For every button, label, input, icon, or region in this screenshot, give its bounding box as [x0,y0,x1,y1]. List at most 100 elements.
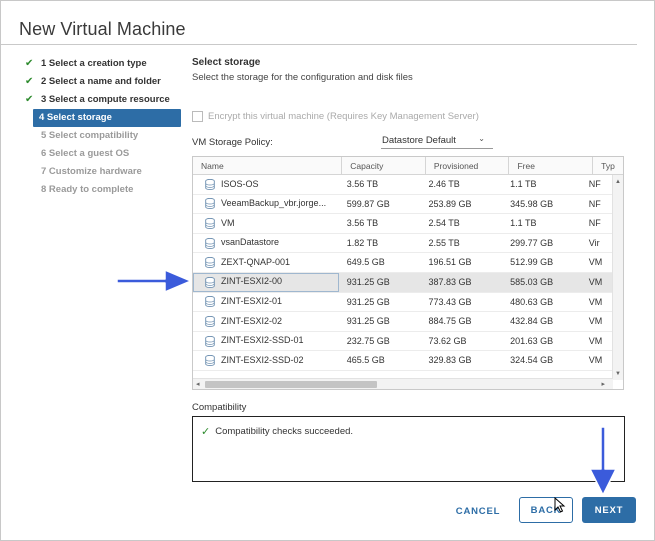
datastore-name: ZEXT-QNAP-001 [221,256,291,267]
cell-capacity: 649.5 GB [346,257,385,268]
datastore-icon [205,237,215,249]
cell-capacity: 3.56 TB [346,179,379,189]
datastore-icon [205,217,215,229]
cell-name: VeeamBackup_vbr.jorge... [193,195,339,214]
storage-policy-value: Datastore Default [382,135,456,146]
wizard-step-label: 1 Select a creation type [41,58,147,69]
encrypt-checkbox[interactable] [192,111,203,122]
cell-type: VM [588,335,603,346]
annotation-arrow-right-icon [116,269,192,293]
table-header: Name Capacity Provisioned Free Typ [193,157,623,175]
column-header-type[interactable]: Typ [593,157,623,175]
cell-capacity: 3.56 TB [346,218,379,229]
compatibility-label: Compatibility [192,402,247,413]
wizard-step-label: 3 Select a compute resource [41,94,170,105]
cell-provisioned: 773.43 GB [428,296,472,307]
checkmark-icon: ✓ [201,426,211,438]
wizard-step-3[interactable]: ✔ 3 Select a compute resource [23,91,181,109]
cell-provisioned: 329.83 GB [428,355,472,366]
cell-capacity: 599.87 GB [346,198,390,209]
table-row[interactable]: ZINT-ESXI2-SSD-02 465.5 GB 329.83 GB 324.54… [193,351,613,371]
cell-capacity: 931.25 GB [346,276,390,287]
annotation-arrow-down-icon [589,426,617,496]
cell-free: 299.77 GB [510,237,554,248]
cell-capacity: 931.25 GB [346,296,390,307]
wizard-step-label: 6 Select a guest OS [41,148,130,159]
scroll-up-icon[interactable]: ▲ [615,179,621,185]
mouse-cursor-icon [554,497,566,513]
scroll-left-icon[interactable]: ◂ [196,380,200,388]
wizard-step-1[interactable]: ✔ 1 Select a creation type [23,55,181,73]
title-divider [1,44,637,45]
main-panel: Select storage Select the storage for th… [192,57,628,482]
table-row[interactable]: ZEXT-QNAP-001 649.5 GB 196.51 GB 512.99 GB V… [193,253,613,273]
cell-type: NF [588,198,601,209]
section-title: Select storage [192,57,261,68]
column-header-free[interactable]: Free [509,157,594,175]
wizard-step-label: 4 Select storage [39,112,112,123]
datastore-icon [205,257,215,269]
cell-capacity: 1.82 TB [346,237,379,248]
cell-name: ZINT-ESXI2-SSD-02 [193,351,339,370]
cell-type: VM [588,296,603,307]
cell-name: ZEXT-QNAP-001 [193,253,339,272]
cell-free: 432.84 GB [510,316,554,327]
wizard-step-label: 8 Ready to complete [41,184,134,195]
storage-policy-select[interactable]: Datastore Default ⌄ [381,134,493,149]
horizontal-scrollbar[interactable]: ◂ ▸ [193,378,613,389]
cell-free: 201.63 GB [510,335,554,346]
column-header-name[interactable]: Name [193,157,343,175]
wizard-step-label: 5 Select compatibility [41,130,139,141]
cell-type: NF [588,179,601,189]
wizard-step-7: 7 Customize hardware [23,163,181,181]
storage-policy-label: VM Storage Policy: [192,137,273,148]
cell-type: Vir [588,237,600,248]
cell-capacity: 232.75 GB [346,335,390,346]
checkmark-icon: ✔ [25,76,34,87]
table-row[interactable]: ISOS-OS 3.56 TB 2.46 TB 1.1 TB NF [193,175,613,195]
cell-type: VM [588,276,603,287]
table-row[interactable]: VeeamBackup_vbr.jorge... 599.87 GB 253.89 … [193,195,613,215]
chevron-down-icon: ⌄ [478,134,485,143]
next-button[interactable]: NEXT [582,497,636,523]
wizard-step-2[interactable]: ✔ 2 Select a name and folder [23,73,181,91]
wizard-step-6: 6 Select a guest OS [23,145,181,163]
table-row[interactable]: VM 3.56 TB 2.54 TB 1.1 TB NF [193,214,613,234]
checkmark-icon: ✔ [25,94,34,105]
column-header-capacity[interactable]: Capacity [342,157,426,175]
dialog-title: New Virtual Machine [19,19,186,39]
table-row[interactable]: ZINT-ESXI2-SSD-01 232.75 GB 73.62 GB 201.63… [193,332,613,352]
datastore-table: Name Capacity Provisioned Free Typ ISOS-… [192,156,624,390]
cell-provisioned: 2.46 TB [428,179,460,189]
table-row[interactable]: ZINT-ESXI2-01 931.25 GB 773.43 GB 480.63 GB… [193,293,613,313]
table-row[interactable]: ZINT-ESXI2-02 931.25 GB 884.75 GB 432.84 GB… [193,312,613,332]
wizard-step-4[interactable]: 4 Select storage [33,109,181,127]
datastore-name: VeeamBackup_vbr.jorge... [221,198,327,209]
horizontal-scroll-thumb[interactable] [205,381,377,388]
column-header-provisioned[interactable]: Provisioned [426,157,510,175]
datastore-name: vsanDatastore [221,237,280,248]
cell-capacity: 465.5 GB [346,355,385,366]
scroll-right-icon[interactable]: ▸ [601,380,605,388]
table-body: ISOS-OS 3.56 TB 2.46 TB 1.1 TB NF VeeamBackup… [193,175,613,371]
cell-free: 324.54 GB [510,355,554,366]
vertical-scrollbar[interactable]: ▲ ▼ [612,175,623,380]
datastore-icon [205,335,215,347]
encrypt-option: Encrypt this virtual machine (Requires K… [192,111,479,122]
cell-type: VM [588,355,603,366]
table-row[interactable]: ZINT-ESXI2-00 931.25 GB 387.83 GB 585.03 GB… [193,272,613,293]
datastore-name: ZINT-ESXI2-01 [221,296,283,307]
new-vm-dialog: New Virtual Machine ✔ 1 Select a creation… [0,0,655,541]
scroll-down-icon[interactable]: ▼ [615,371,621,377]
compatibility-message: ✓ Compatibility checks succeeded. [201,425,353,438]
table-row[interactable]: vsanDatastore 1.82 TB 2.55 TB 299.77 GB Vir [193,234,613,254]
datastore-name: VM [221,217,235,228]
wizard-step-8: 8 Ready to complete [23,181,181,199]
datastore-icon [205,315,215,327]
datastore-icon [205,198,215,210]
cell-provisioned: 884.75 GB [428,316,472,327]
cell-type: VM [588,316,603,327]
cell-free: 345.98 GB [510,198,554,209]
cancel-button[interactable]: CANCEL [453,504,503,518]
datastore-name: ISOS-OS [221,178,259,189]
